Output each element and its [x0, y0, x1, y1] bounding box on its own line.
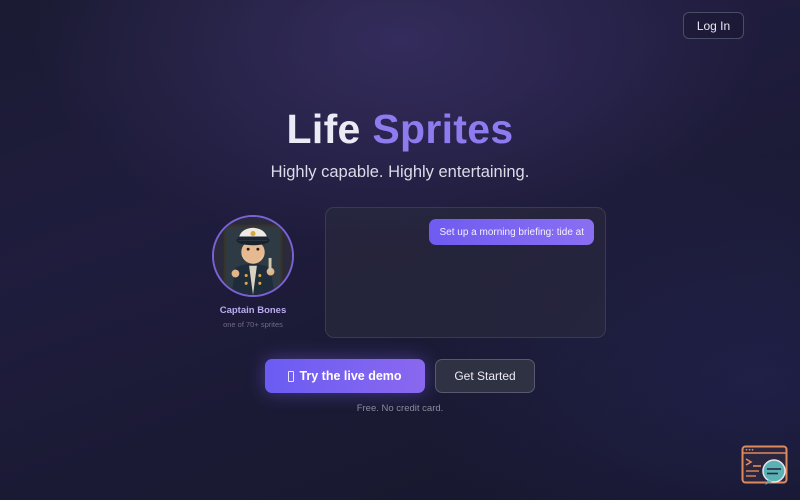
- tagline: Highly capable. Highly entertaining.: [270, 163, 530, 181]
- login-button[interactable]: Log In: [683, 12, 744, 39]
- terminal-chat-widget-button[interactable]: [741, 445, 791, 487]
- fineprint: Free. No credit card.: [356, 403, 444, 414]
- title-word-life: Life: [286, 106, 361, 152]
- page-title: Life Sprites: [0, 104, 800, 154]
- try-live-demo-label: Try the live demo: [299, 369, 402, 383]
- captain-avatar-icon: [214, 217, 292, 295]
- title-word-sprites: Sprites: [372, 106, 514, 152]
- sprite-count-caption: one of 70+ sprites: [223, 320, 283, 329]
- terminal-chat-icon: [741, 445, 788, 485]
- get-started-button[interactable]: Get Started: [435, 359, 535, 393]
- sprite-name: Captain Bones: [219, 305, 287, 316]
- phone-icon: [288, 370, 295, 382]
- get-started-label: Get Started: [454, 369, 516, 383]
- chat-preview-panel: Set up a morning briefing: tide at: [325, 207, 606, 338]
- sprite-avatar: [212, 215, 294, 297]
- try-live-demo-button[interactable]: Try the live demo: [265, 359, 425, 393]
- login-button-label: Log In: [696, 18, 731, 33]
- chat-message-bubble: Set up a morning briefing: tide at: [429, 219, 594, 245]
